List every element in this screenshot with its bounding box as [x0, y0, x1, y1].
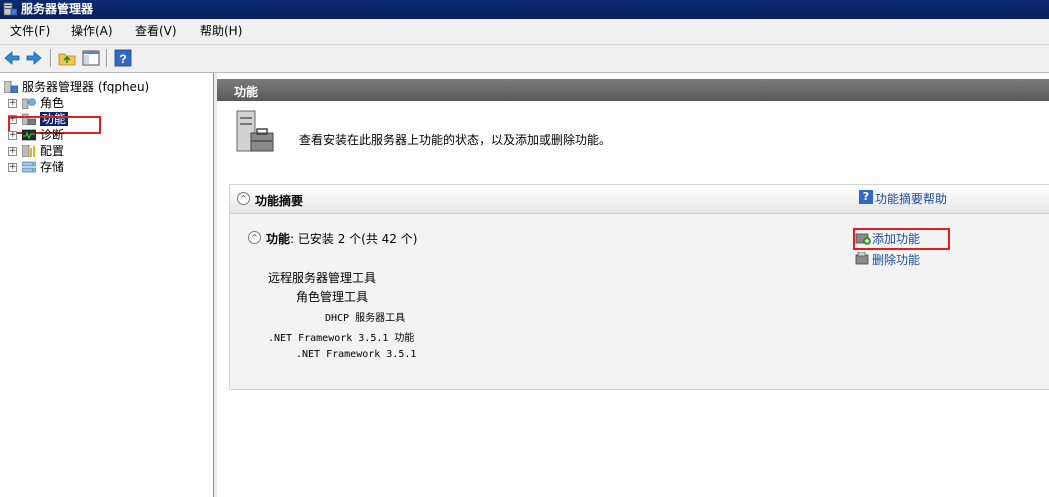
- menu-help[interactable]: 帮助(H): [200, 24, 242, 39]
- summary-help-link[interactable]: 功能摘要帮助: [875, 190, 947, 207]
- forward-icon[interactable]: [24, 48, 44, 68]
- content-header: 功能: [217, 79, 1049, 101]
- section-header: ^ 功能摘要 ? 功能摘要帮助: [230, 185, 1049, 214]
- tree-item-storage[interactable]: + 存储: [8, 160, 188, 174]
- back-icon[interactable]: [2, 48, 22, 68]
- server-manager-icon: [4, 81, 18, 93]
- features-count: : 已安装 2 个(共 42 个): [290, 232, 418, 246]
- diagnostics-icon: [22, 129, 36, 141]
- menu-view[interactable]: 查看(V): [135, 24, 177, 39]
- menu-bar: 文件(F) 操作(A) 查看(V) 帮助(H): [0, 19, 1049, 45]
- toolbar: ?: [0, 45, 1049, 73]
- tree-item-label: 角色: [40, 96, 65, 110]
- installed-feature: DHCP 服务器工具: [325, 313, 406, 324]
- features-large-icon: [236, 110, 274, 152]
- menu-file[interactable]: 文件(F): [10, 24, 50, 39]
- configuration-icon: [22, 145, 35, 157]
- title-bar: 服务器管理器: [0, 0, 1049, 19]
- storage-icon: [22, 161, 36, 173]
- content-header-title: 功能: [234, 85, 259, 99]
- svg-text:?: ?: [119, 52, 126, 66]
- expand-icon[interactable]: +: [8, 163, 17, 172]
- features-summary-section: ^ 功能摘要 ? 功能摘要帮助 ^ 功能: 已安装 2 个(共 42 个) 远程…: [229, 184, 1049, 390]
- show-hide-tree-icon[interactable]: [81, 48, 101, 68]
- collapse-icon[interactable]: ^: [248, 231, 261, 244]
- help-icon[interactable]: ?: [113, 48, 133, 68]
- remove-features-link[interactable]: 删除功能: [872, 251, 920, 268]
- tree-root-label: 服务器管理器 (fqpheu): [22, 80, 150, 94]
- tree-root[interactable]: 服务器管理器 (fqpheu): [4, 80, 204, 94]
- help-icon: ?: [859, 190, 873, 204]
- description-area: [217, 101, 1049, 157]
- server-manager-icon: [3, 2, 17, 16]
- expand-icon[interactable]: +: [8, 99, 17, 108]
- up-folder-icon[interactable]: [57, 48, 77, 68]
- highlight-box: [853, 228, 950, 250]
- tree-item-diagnostics[interactable]: + 诊断: [8, 128, 188, 142]
- tree-item-label: 配置: [40, 144, 65, 158]
- menu-action[interactable]: 操作(A): [71, 24, 113, 39]
- description-text: 查看安装在此服务器上功能的状态，以及添加或删除功能。: [299, 133, 612, 147]
- remove-feature-icon: [855, 252, 869, 265]
- navigation-tree: 服务器管理器 (fqpheu) + 角色 + 功能 + 诊断 + 配置 + 存储: [0, 73, 214, 497]
- features-label: 功能: [266, 232, 291, 246]
- installed-feature: 远程服务器管理工具: [268, 271, 377, 285]
- expand-icon[interactable]: +: [8, 147, 17, 156]
- section-title: 功能摘要: [255, 194, 304, 208]
- installed-feature: .NET Framework 3.5.1: [296, 349, 417, 360]
- content-pane: 功能 查看安装在此服务器上功能的状态，以及添加或删除功能。 ^ 功能摘要 ? 功…: [217, 73, 1049, 497]
- features-status: 功能: 已安装 2 个(共 42 个): [266, 230, 417, 247]
- toolbar-separator: [50, 49, 52, 67]
- installed-feature: 角色管理工具: [296, 290, 369, 304]
- installed-feature: .NET Framework 3.5.1 功能: [268, 333, 415, 344]
- tree-item-roles[interactable]: + 角色: [8, 96, 188, 110]
- expand-icon[interactable]: +: [8, 131, 17, 140]
- window-title: 服务器管理器: [21, 2, 94, 16]
- toolbar-separator: [106, 49, 108, 67]
- tree-item-label: 存储: [40, 160, 65, 174]
- collapse-icon[interactable]: ^: [237, 192, 250, 205]
- tree-item-configuration[interactable]: + 配置: [8, 144, 188, 158]
- roles-icon: [22, 98, 36, 109]
- tree-item-label: 诊断: [40, 128, 65, 142]
